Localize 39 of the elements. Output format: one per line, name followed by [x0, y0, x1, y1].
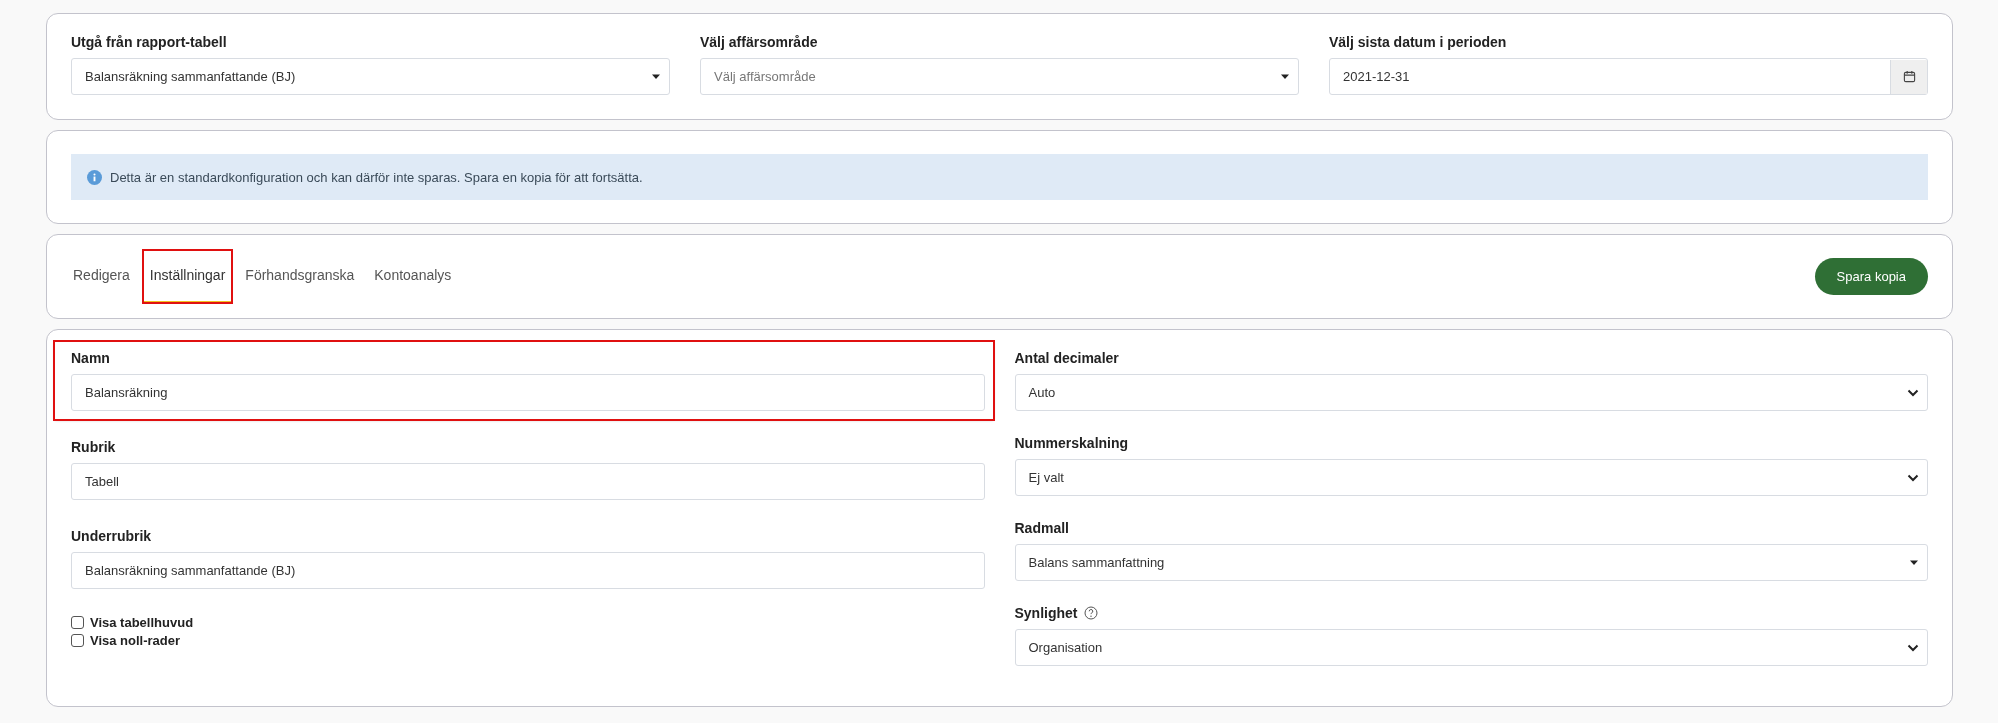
caret-icon: [651, 73, 661, 80]
calendar-button[interactable]: [1890, 59, 1927, 94]
chevron-down-icon: [1907, 388, 1919, 397]
tab[interactable]: Kontoanalys: [366, 249, 460, 304]
field-label: Synlighet: [1014, 605, 1078, 621]
field-label: Nummerskalning: [1014, 435, 1129, 451]
tab[interactable]: Redigera: [65, 249, 138, 304]
chevron-down-icon: [1907, 473, 1919, 482]
field-label: Utgå från rapport-tabell: [71, 34, 227, 50]
info-icon: [87, 169, 102, 185]
checkbox-label: Visa noll-rader: [90, 633, 181, 648]
dropdown[interactable]: Välj affärsområde: [700, 58, 1299, 95]
field-label: Antal decimaler: [1014, 350, 1119, 366]
checkbox[interactable]: [71, 616, 84, 629]
field-label: Namn: [71, 350, 110, 366]
dropdown[interactable]: Ej valt: [1014, 459, 1928, 496]
caret-icon: [1909, 559, 1919, 566]
calendar-icon: [1902, 70, 1916, 83]
save-copy-button[interactable]: Spara kopia: [1814, 258, 1928, 295]
checkbox[interactable]: [71, 634, 84, 647]
text-field[interactable]: Balansräkning: [71, 374, 985, 411]
tab[interactable]: Förhandsgranska: [237, 249, 363, 304]
field-label: Radmall: [1014, 520, 1069, 536]
info-message: Detta är en standardkonfiguration och kan därför inte sparas. Spara en kopia för att fortsätta.: [110, 169, 643, 185]
checkbox-label: Visa tabellhuvud: [90, 615, 194, 630]
text-field[interactable]: Balansräkning sammanfattande (BJ): [71, 552, 985, 589]
caret-icon: [1280, 73, 1290, 80]
dropdown[interactable]: Balans sammanfattning: [1014, 544, 1928, 581]
date-field[interactable]: 2021-12-31: [1329, 58, 1928, 95]
dropdown[interactable]: Balansräkning sammanfattande (BJ): [71, 58, 670, 95]
dropdown[interactable]: Organisation: [1014, 629, 1928, 666]
text-field[interactable]: Tabell: [71, 463, 985, 500]
field-label: Välj sista datum i perioden: [1329, 34, 1507, 50]
tab[interactable]: Inställningar: [141, 249, 234, 304]
chevron-down-icon: [1907, 643, 1919, 652]
dropdown[interactable]: Auto: [1014, 374, 1928, 411]
field-label: Välj affärsområde: [700, 34, 818, 50]
field-label: Rubrik: [71, 439, 116, 455]
field-label: Underrubrik: [71, 528, 152, 544]
